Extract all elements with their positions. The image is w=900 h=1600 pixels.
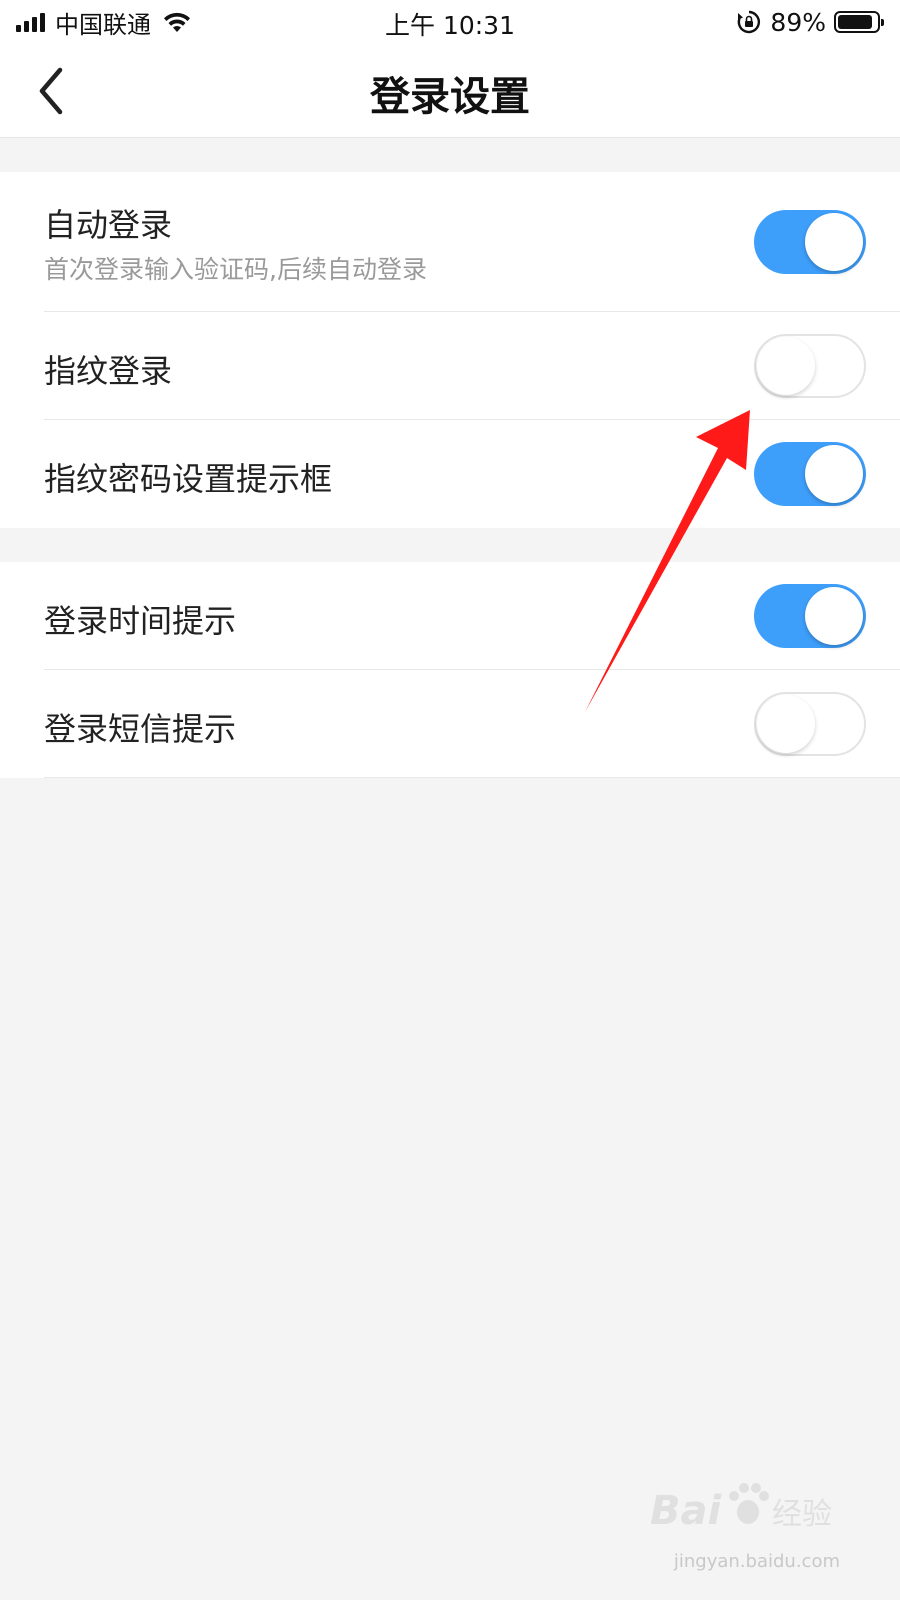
navigation-bar: 登录设置	[0, 44, 900, 138]
fingerprint-login-toggle[interactable]	[754, 334, 866, 398]
setting-subtitle: 首次登录输入验证码,后续自动登录	[44, 255, 427, 284]
paw-icon	[729, 1483, 769, 1524]
setting-row-fingerprint-login: 指纹登录	[0, 312, 900, 420]
setting-title: 登录短信提示	[44, 710, 237, 748]
rotation-lock-icon	[738, 10, 761, 34]
setting-title: 登录时间提示	[44, 602, 237, 640]
login-settings-page: 中国联通 上午 10:31 89% 登录设置 自动登录 首次登录输入验证码,后续…	[0, 0, 900, 1600]
watermark-logo-text: Bai	[650, 1488, 722, 1534]
status-bar: 中国联通 上午 10:31 89%	[0, 0, 900, 44]
setting-row-auto-login: 自动登录 首次登录输入验证码,后续自动登录	[0, 172, 900, 312]
battery-icon	[834, 11, 884, 33]
auto-login-toggle[interactable]	[754, 210, 866, 274]
battery-percent: 89%	[770, 7, 826, 37]
settings-group-login-alerts: 登录时间提示 登录短信提示	[0, 562, 900, 778]
watermark-logo-suffix: 经验	[772, 1497, 832, 1532]
setting-title: 指纹密码设置提示框	[44, 460, 333, 498]
setting-title: 自动登录	[44, 206, 173, 244]
setting-row-login-time-alert: 登录时间提示	[0, 562, 900, 670]
setting-title: 指纹登录	[44, 352, 173, 390]
status-right: 89%	[736, 7, 884, 37]
setting-row-fingerprint-password-prompt: 指纹密码设置提示框	[0, 420, 900, 528]
settings-group-login-methods: 自动登录 首次登录输入验证码,后续自动登录 指纹登录 指纹密码设置提示框	[0, 172, 900, 528]
setting-row-login-sms-alert: 登录短信提示	[0, 670, 900, 778]
watermark-url: jingyan.baidu.com	[673, 1551, 840, 1572]
fingerprint-password-prompt-toggle[interactable]	[754, 442, 866, 506]
baidu-jingyan-watermark: Bai 经验	[650, 1483, 832, 1534]
login-sms-alert-toggle[interactable]	[754, 692, 866, 756]
login-time-alert-toggle[interactable]	[754, 584, 866, 648]
page-title: 登录设置	[370, 74, 530, 120]
